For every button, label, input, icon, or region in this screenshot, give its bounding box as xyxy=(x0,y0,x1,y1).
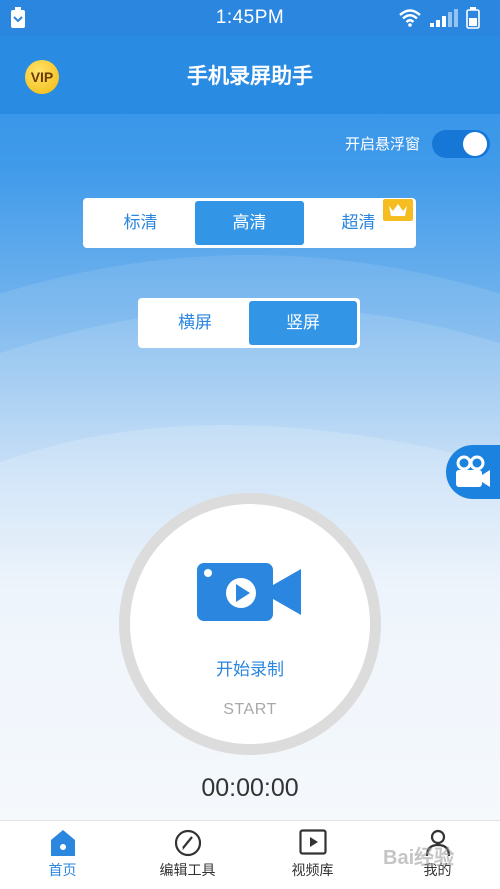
tab-edit-tools[interactable]: 编辑工具 xyxy=(125,821,250,889)
edit-icon xyxy=(174,829,201,857)
tab-label: 视频库 xyxy=(291,863,334,879)
crown-icon xyxy=(383,199,413,221)
quality-option-hd[interactable]: 高清 xyxy=(195,201,304,245)
video-camera-icon xyxy=(197,563,301,621)
floating-window-label: 开启悬浮窗 xyxy=(344,135,420,153)
orientation-option-label: 竖屏 xyxy=(286,313,320,333)
status-bar: 1:45PM xyxy=(0,0,500,36)
tab-video-library[interactable]: 视频库 xyxy=(250,821,375,889)
quality-option-label: 高清 xyxy=(232,213,267,233)
camera-reel-icon xyxy=(456,455,490,487)
quality-selector: 标清 高清 超清 xyxy=(83,198,416,248)
quality-option-label: 超清 xyxy=(341,213,376,233)
wifi-icon xyxy=(399,9,421,27)
toggle-knob xyxy=(463,132,487,156)
quality-option-label: 标清 xyxy=(123,213,158,233)
orientation-option-landscape[interactable]: 横屏 xyxy=(141,301,249,345)
status-time: 1:45PM xyxy=(215,7,285,28)
signal-icon xyxy=(430,9,458,27)
record-sub-label: START xyxy=(223,701,277,718)
quality-option-sd[interactable]: 标清 xyxy=(86,201,195,245)
record-label: 开始录制 xyxy=(216,660,284,680)
floating-window-toggle[interactable] xyxy=(432,130,490,158)
floating-camera-button[interactable] xyxy=(446,445,500,499)
bottom-tab-bar: 首页 编辑工具 视频库 我的 xyxy=(0,820,500,889)
record-timer: 00:00:00 xyxy=(201,774,299,802)
video-library-icon xyxy=(298,829,327,855)
tab-mine[interactable]: 我的 xyxy=(375,821,500,889)
battery-icon xyxy=(466,7,480,29)
home-icon xyxy=(50,830,75,856)
quality-option-uhd[interactable]: 超清 xyxy=(304,199,413,245)
app-title: 手机录屏助手 xyxy=(187,64,313,88)
orientation-selector: 横屏 竖屏 xyxy=(138,298,360,348)
tab-label: 我的 xyxy=(423,863,452,879)
orientation-option-portrait[interactable]: 竖屏 xyxy=(249,301,357,345)
tab-home[interactable]: 首页 xyxy=(0,821,125,889)
floating-window-row: 开启悬浮窗 xyxy=(0,128,500,158)
tab-label: 编辑工具 xyxy=(159,863,216,879)
title-bar: VIP 手机录屏助手 xyxy=(0,36,500,114)
orientation-option-label: 横屏 xyxy=(178,313,212,333)
tab-label: 首页 xyxy=(48,863,77,879)
user-icon xyxy=(425,829,450,857)
